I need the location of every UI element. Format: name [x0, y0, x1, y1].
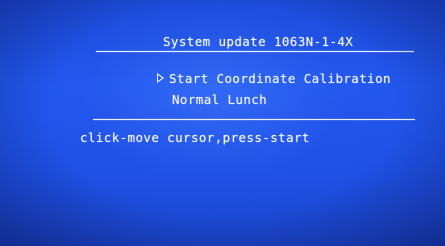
- top-divider: [96, 51, 414, 52]
- screen-title: System update 1063N-1-4X: [163, 34, 354, 49]
- instruction-hint: click-move cursor,press-start: [80, 130, 310, 145]
- menu-item-start-calibration[interactable]: Start Coordinate Calibration: [157, 71, 391, 86]
- update-screen: System update 1063N-1-4X Start Coordinat…: [0, 0, 445, 246]
- menu-item-normal-launch[interactable]: Normal Lunch: [172, 92, 267, 107]
- menu-item-label: Start Coordinate Calibration: [169, 71, 391, 86]
- bottom-divider: [93, 119, 415, 120]
- menu-item-label: Normal Lunch: [172, 92, 268, 107]
- selection-cursor-icon: [157, 73, 164, 83]
